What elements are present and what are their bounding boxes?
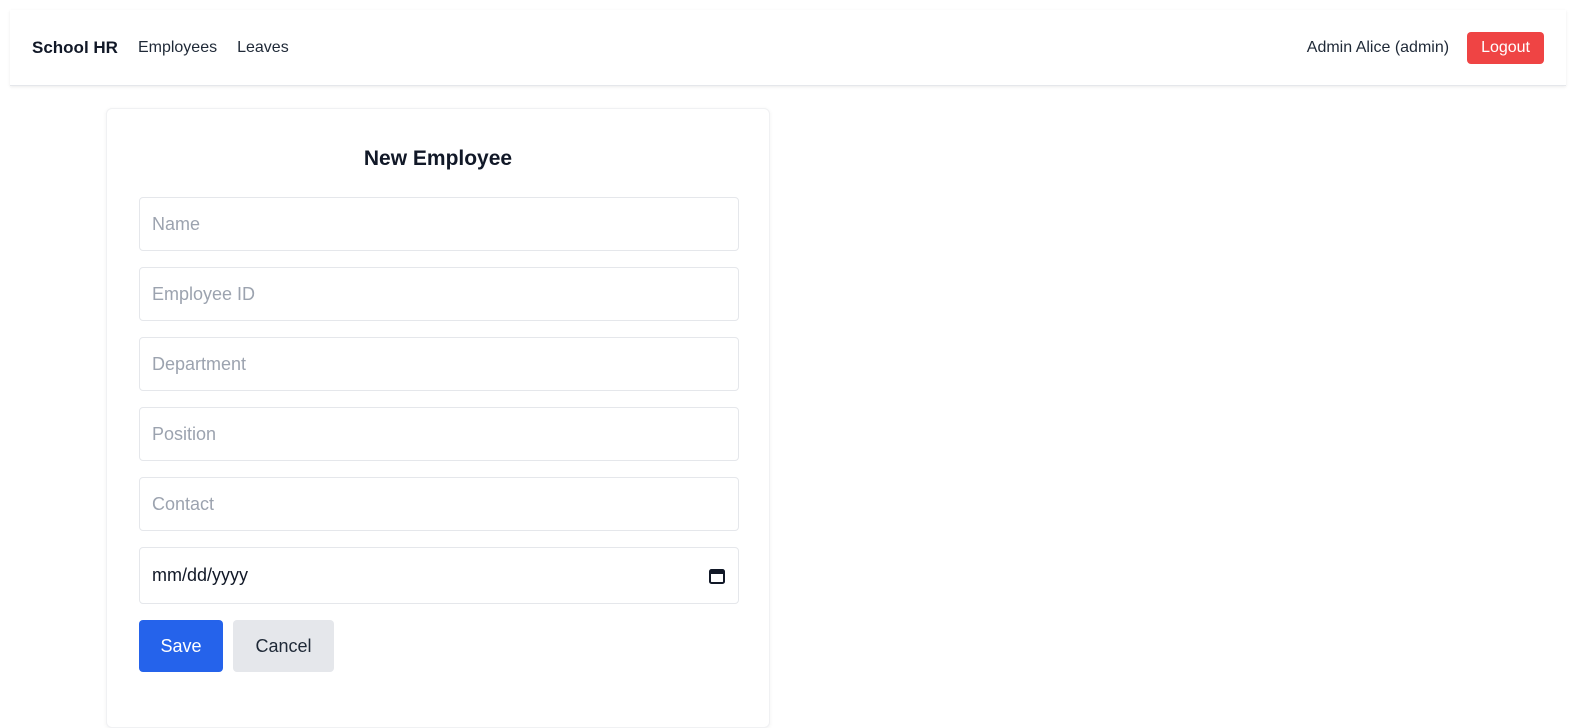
date-input-placeholder: mm/dd/yyyy: [152, 565, 249, 585]
name-input[interactable]: [139, 197, 739, 251]
calendar-icon[interactable]: [708, 567, 726, 585]
save-button[interactable]: Save: [139, 620, 223, 672]
new-employee-form-card: New Employee mm/dd/yyyy Save Cancel: [106, 108, 770, 728]
nav-link-leaves[interactable]: Leaves: [237, 39, 289, 57]
contact-input[interactable]: [139, 477, 739, 531]
employee-id-input[interactable]: [139, 267, 739, 321]
current-user-label: Admin Alice (admin): [1306, 38, 1450, 56]
position-input[interactable]: [139, 407, 739, 461]
nav-link-employees[interactable]: Employees: [138, 39, 217, 57]
top-navbar: School HR Employees Leaves Admin Alice (…: [10, 10, 1566, 86]
cancel-button[interactable]: Cancel: [233, 620, 334, 672]
form-actions: Save Cancel: [139, 620, 737, 672]
date-input[interactable]: mm/dd/yyyy: [139, 547, 739, 604]
brand-logo[interactable]: School HR: [32, 38, 118, 58]
logout-button[interactable]: Logout: [1467, 31, 1544, 64]
form-title: New Employee: [363, 147, 513, 170]
department-input[interactable]: [139, 337, 739, 391]
